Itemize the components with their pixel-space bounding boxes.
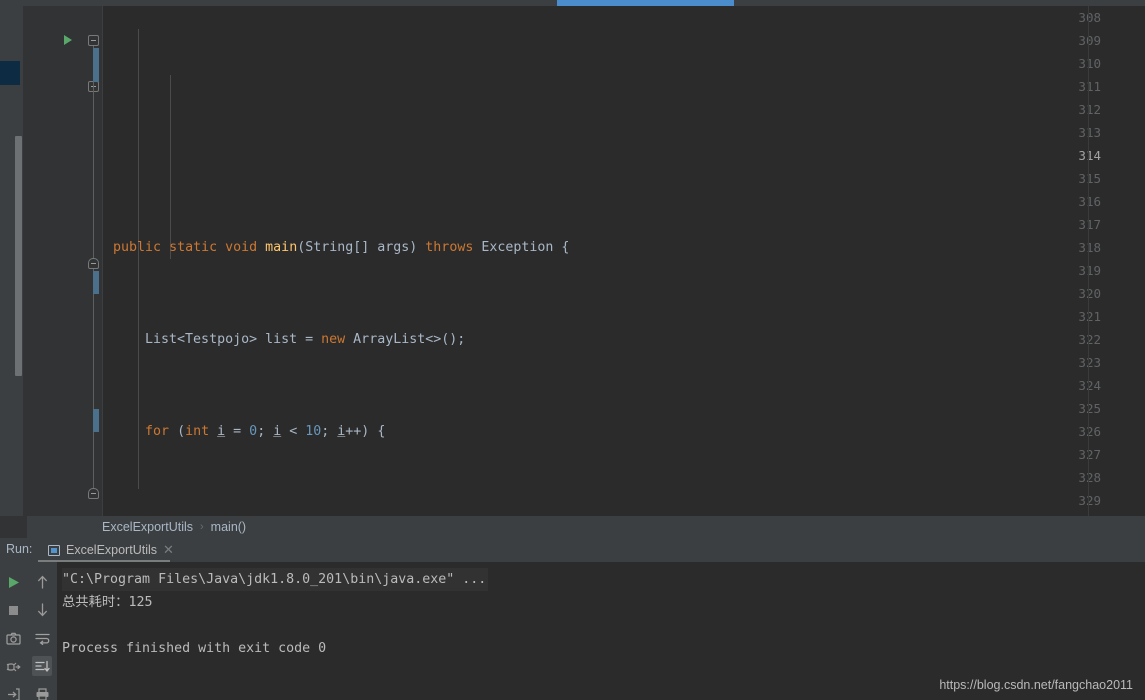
console-command-text: "C:\Program Files\Java\jdk1.8.0_201\bin\… bbox=[62, 568, 489, 591]
print-icon[interactable] bbox=[32, 684, 52, 700]
breadcrumb[interactable]: ExcelExportUtils › main() bbox=[27, 516, 1145, 538]
vcs-change-marker[interactable] bbox=[93, 409, 99, 432]
editor-vertical-scrollbar-thumb[interactable] bbox=[15, 136, 22, 376]
run-panel-label: Run: bbox=[6, 542, 33, 556]
vcs-change-marker[interactable] bbox=[93, 48, 99, 82]
code-editor[interactable]: 308 309 310 311 312 313 314 315 316 317 … bbox=[27, 6, 1145, 516]
close-icon[interactable]: ✕ bbox=[163, 542, 174, 558]
camera-snapshot-icon[interactable] bbox=[3, 628, 23, 648]
breadcrumb-separator-icon: › bbox=[200, 521, 204, 533]
run-configuration-icon bbox=[48, 544, 60, 556]
debug-rerun-icon[interactable] bbox=[3, 656, 23, 676]
fold-region-line bbox=[93, 269, 94, 488]
stop-icon[interactable] bbox=[3, 600, 23, 620]
run-tab[interactable]: ExcelExportUtils ✕ bbox=[40, 538, 182, 562]
watermark-url: https://blog.csdn.net/fangchao2011 bbox=[939, 678, 1133, 692]
run-panel-header: Run: ExcelExportUtils ✕ bbox=[0, 538, 1145, 562]
fold-marker-icon[interactable] bbox=[88, 35, 99, 46]
run-toolbar-right[interactable] bbox=[27, 562, 57, 700]
fold-marker-icon[interactable] bbox=[88, 488, 99, 499]
console-line-output: 总共耗时：125 bbox=[62, 595, 153, 610]
indent-guide bbox=[170, 75, 171, 259]
rerun-icon[interactable] bbox=[3, 572, 23, 592]
breadcrumb-item-method[interactable]: main() bbox=[211, 520, 246, 534]
fold-marker-icon[interactable] bbox=[88, 258, 99, 269]
code-line: public static void main(String[] args) t… bbox=[113, 240, 570, 255]
run-gutter-icon[interactable] bbox=[64, 35, 72, 45]
scroll-up-icon[interactable] bbox=[32, 572, 52, 592]
code-line: List<Testpojo> list = new ArrayList<>(); bbox=[113, 332, 466, 347]
vcs-change-marker[interactable] bbox=[93, 271, 99, 294]
console-line-command: "C:\Program Files\Java\jdk1.8.0_201\bin\… bbox=[62, 568, 1142, 591]
soft-wrap-icon[interactable] bbox=[32, 628, 52, 648]
console-line-exit: Process finished with exit code 0 bbox=[62, 641, 327, 656]
breadcrumb-gutter-spacer bbox=[0, 516, 27, 538]
scroll-to-end-icon[interactable] bbox=[32, 656, 52, 676]
scroll-down-icon[interactable] bbox=[32, 600, 52, 620]
run-tab-label: ExcelExportUtils bbox=[66, 543, 157, 557]
code-line: for (int i = 0; i < 10; i++) { bbox=[145, 424, 386, 439]
breadcrumb-item-class[interactable]: ExcelExportUtils bbox=[102, 520, 193, 534]
console-output[interactable]: "C:\Program Files\Java\jdk1.8.0_201\bin\… bbox=[62, 568, 1142, 660]
rail-highlight-marker bbox=[0, 61, 20, 85]
run-toolbar-left[interactable] bbox=[0, 562, 27, 700]
code-text-area[interactable]: public static void main(String[] args) t… bbox=[103, 6, 1145, 516]
export-to-file-icon[interactable] bbox=[3, 684, 23, 700]
left-marker-rail[interactable] bbox=[0, 6, 27, 516]
